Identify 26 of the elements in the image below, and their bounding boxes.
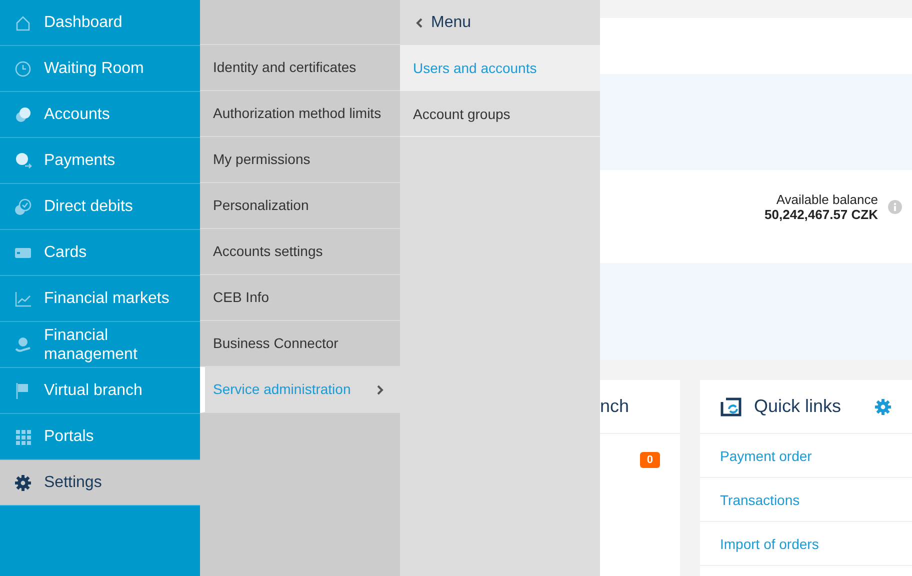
hand-coin-icon <box>14 336 32 354</box>
nav-item[interactable]: Settings <box>0 460 200 506</box>
coin-check-icon <box>14 198 32 216</box>
quick-link[interactable]: Import of orders <box>700 522 912 566</box>
balance-label: Available balance <box>776 192 878 206</box>
card-title: Quick links <box>754 396 842 417</box>
quick-link[interactable]: Transactions <box>700 478 912 522</box>
house-icon <box>14 14 32 32</box>
menu-item[interactable]: Service administration <box>200 367 400 413</box>
chart-line-icon <box>14 290 32 308</box>
menu-item[interactable]: Users and accounts <box>400 45 600 91</box>
clock-icon <box>14 60 32 78</box>
coin-arrow-icon <box>14 152 32 170</box>
quick-link[interactable]: Payment order <box>700 434 912 478</box>
refresh-window-icon <box>720 396 742 416</box>
coins-icon <box>14 106 32 124</box>
chevron-left-icon <box>416 18 423 28</box>
settings-icon[interactable] <box>874 398 892 416</box>
gear-icon <box>14 474 32 492</box>
grid-icon <box>14 428 32 446</box>
count-badge: 0 <box>640 452 660 468</box>
chevron-right-icon <box>376 384 384 394</box>
back-button[interactable]: Menu <box>400 0 600 45</box>
info-icon[interactable] <box>888 200 902 214</box>
card-title: nch <box>600 396 630 417</box>
balance-amount: 50,242,467.57 CZK <box>764 206 878 222</box>
